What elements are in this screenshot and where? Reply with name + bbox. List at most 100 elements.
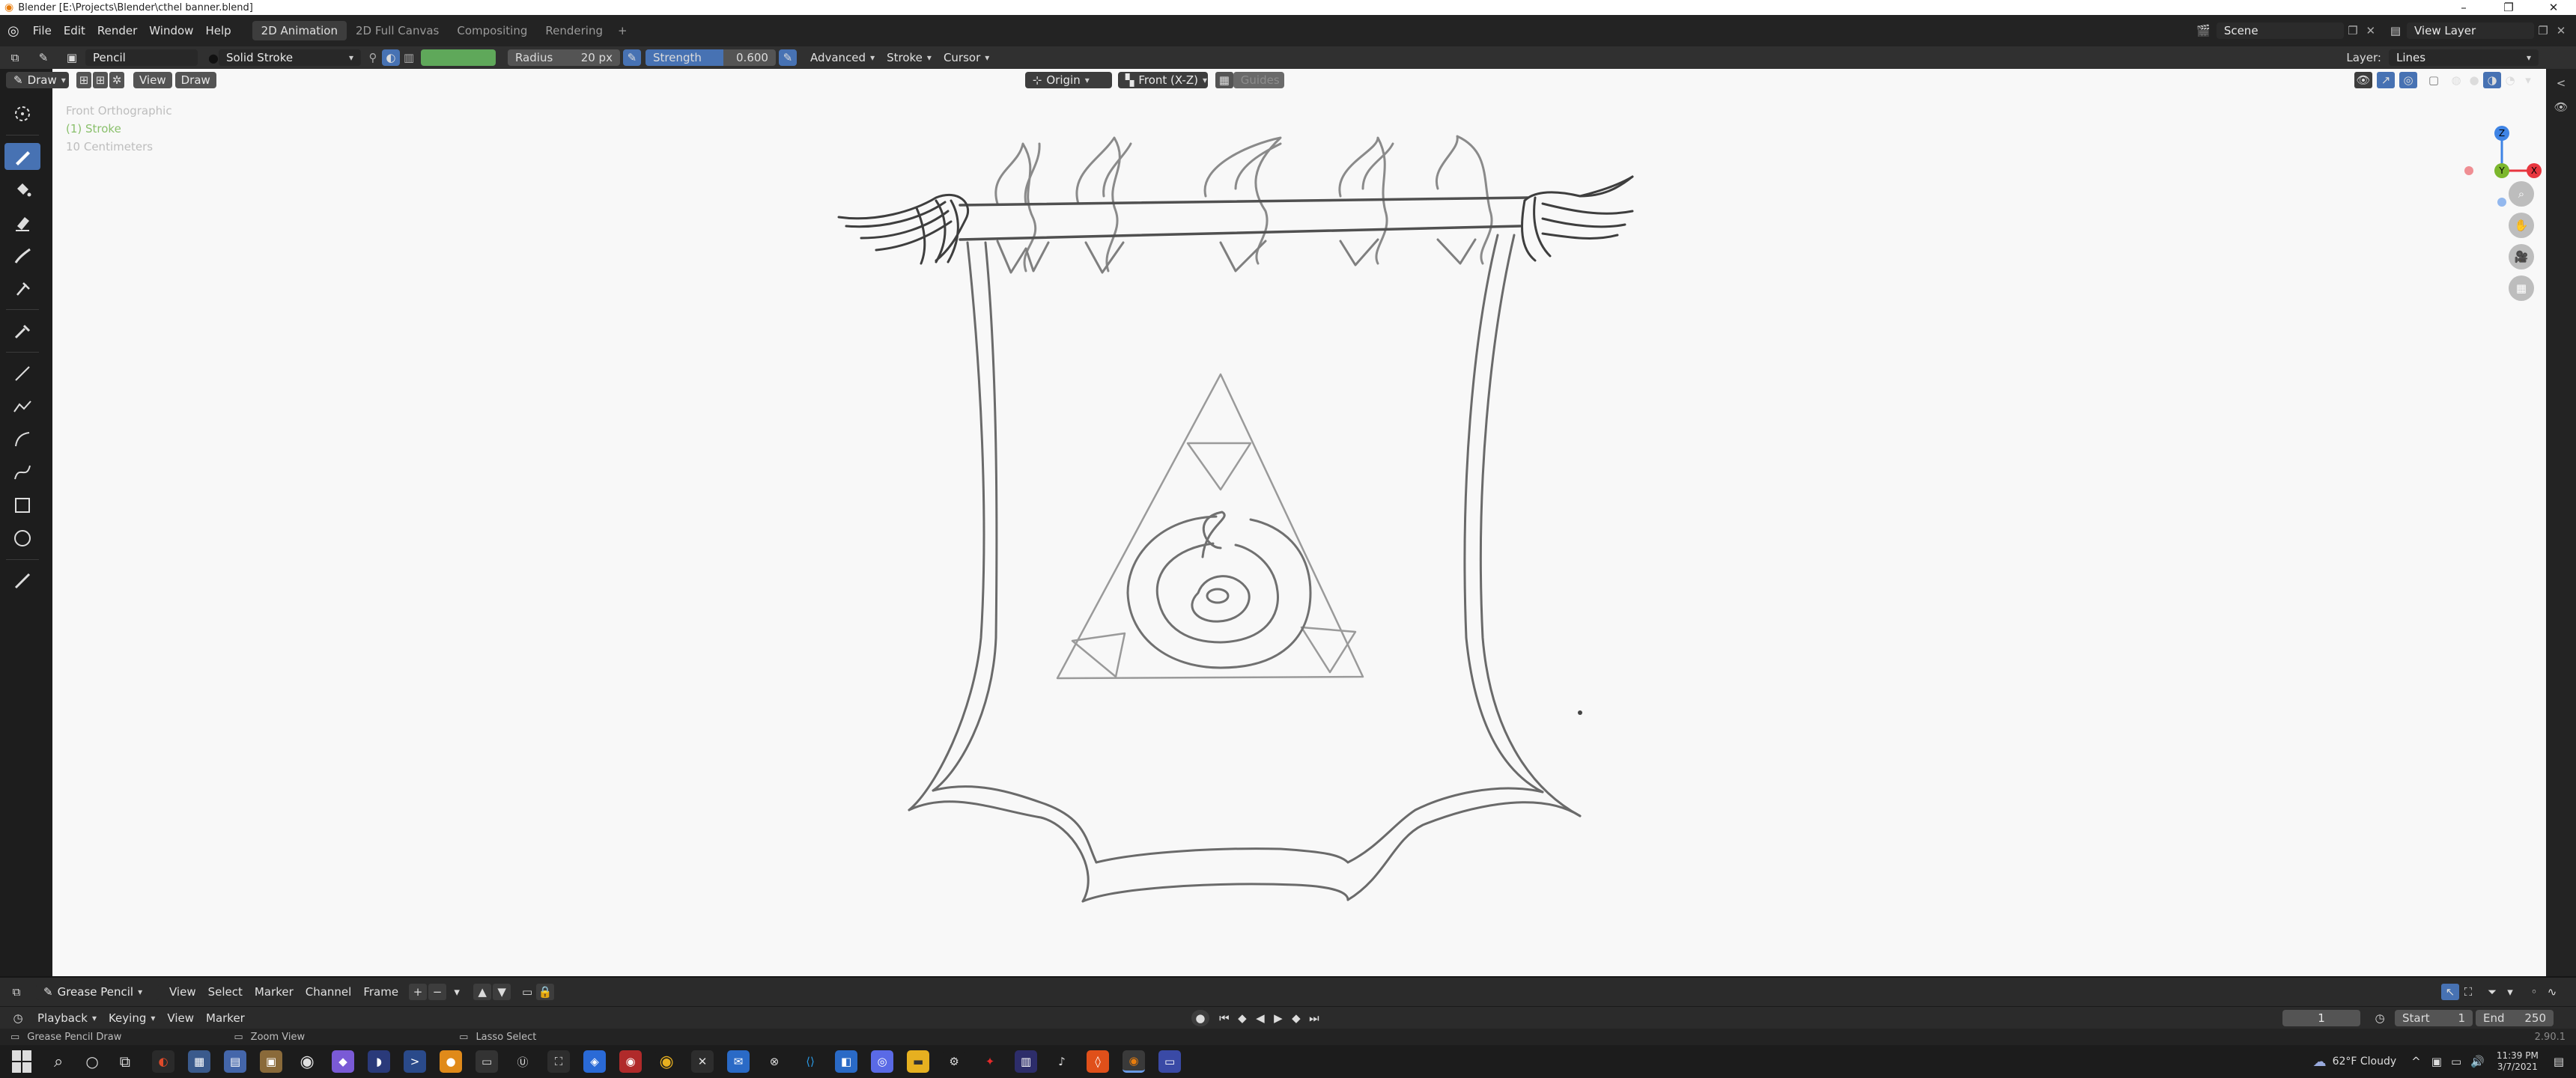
start-frame-field[interactable]: Start 1 xyxy=(2395,1009,2473,1026)
tab-2d-animation[interactable]: 2D Animation xyxy=(252,21,347,40)
curve-falloff-icon[interactable]: ∿ xyxy=(2543,984,2561,1000)
stroke-type-dropdown[interactable]: Solid Stroke xyxy=(218,49,361,66)
app-icon-29[interactable]: ▭ xyxy=(1158,1050,1182,1073)
material-color-swatch[interactable] xyxy=(420,49,496,66)
annotate-tool-button[interactable] xyxy=(4,567,40,594)
arc-tool-button[interactable] xyxy=(4,426,40,453)
sidebar-toggle-icon[interactable]: < xyxy=(2546,76,2576,90)
task-view-icon[interactable]: ⧉ xyxy=(120,1053,130,1071)
tray-chevron-icon[interactable]: ^ xyxy=(2411,1055,2421,1068)
advanced-dropdown[interactable]: Advanced xyxy=(804,49,881,66)
app-icon-24[interactable]: ✦ xyxy=(979,1050,1002,1073)
menu-help[interactable]: Help xyxy=(199,22,237,39)
brush-name-field[interactable]: Pencil xyxy=(85,49,198,66)
timeline-menu-frame[interactable]: Frame xyxy=(357,984,404,1000)
grease-pencil-mode-dropdown[interactable]: ✎ Grease Pencil xyxy=(36,984,159,1000)
timeline-menu-channel[interactable]: Channel xyxy=(300,984,358,1000)
menu-file[interactable]: File xyxy=(27,22,58,39)
current-frame-field[interactable]: 1 xyxy=(2282,1009,2360,1026)
add-layer-icon[interactable]: + xyxy=(409,984,428,1000)
app-icon-14[interactable]: ◉ xyxy=(619,1050,643,1073)
layer-dropdown[interactable]: Lines xyxy=(2389,49,2539,66)
terminal-icon[interactable]: ▭ xyxy=(476,1050,499,1073)
timeline-editor-icon[interactable]: ⧉ xyxy=(7,984,25,1000)
gizmo-z-axis[interactable]: Z xyxy=(2494,126,2509,141)
cursor-dropdown[interactable]: Cursor xyxy=(938,49,995,66)
delete-view-layer-icon[interactable]: ✕ xyxy=(2552,22,2570,39)
playback-view-menu[interactable]: View xyxy=(161,1010,200,1026)
app-icon-7[interactable]: ◗ xyxy=(368,1050,391,1073)
minimize-button[interactable]: – xyxy=(2441,1,2486,14)
stroke-dropdown[interactable]: Stroke xyxy=(881,49,938,66)
app-icon-20[interactable]: ◧ xyxy=(835,1050,858,1073)
weather-text[interactable]: 62°F Cloudy xyxy=(2333,1056,2397,1068)
close-window-button[interactable]: ✕ xyxy=(2531,1,2576,14)
add-workspace-button[interactable]: + xyxy=(612,22,634,39)
tray-app-icon[interactable]: ▣ xyxy=(2431,1055,2442,1068)
tint-tool-button[interactable] xyxy=(4,242,40,269)
onion-skin-icon[interactable]: ▭ xyxy=(518,984,536,1000)
weather-icon[interactable]: ☁ xyxy=(2313,1054,2327,1070)
blender-menu-icon[interactable]: ◎ xyxy=(7,23,19,39)
notes-icon[interactable]: ▤ xyxy=(224,1050,247,1073)
scene-selector[interactable]: Scene xyxy=(2216,22,2344,39)
cortana-icon[interactable]: ○ xyxy=(85,1053,98,1071)
blender-taskbar-icon[interactable]: ◉ xyxy=(1123,1050,1146,1073)
brush-preview-icon[interactable]: ▣ xyxy=(63,49,81,66)
timeline-menu-select[interactable]: Select xyxy=(202,984,249,1000)
discord-icon[interactable]: ◎ xyxy=(871,1050,894,1073)
app-icon-6[interactable]: ◆ xyxy=(332,1050,355,1073)
eyedropper-tool-button[interactable] xyxy=(4,317,40,344)
pan-view-button[interactable]: ✋ xyxy=(2509,213,2534,238)
chrome-icon[interactable]: ◉ xyxy=(296,1050,319,1073)
new-view-layer-icon[interactable]: ❐ xyxy=(2534,22,2552,39)
brave-icon[interactable]: ◊ xyxy=(1087,1050,1110,1073)
app-icon-12[interactable]: ⛶ xyxy=(547,1050,571,1073)
proportional-icon[interactable]: ◦ xyxy=(2525,984,2543,1000)
calculator-icon[interactable]: ▦ xyxy=(188,1050,211,1073)
playback-menu[interactable]: Playback xyxy=(31,1010,103,1026)
circle-tool-button[interactable] xyxy=(4,525,40,552)
zoom-view-button[interactable]: ⌕ xyxy=(2509,181,2534,207)
viewport[interactable]: ✎ Draw ⊞ ⊞ ✲ View Draw ⊹ Origin ▚ Front … xyxy=(6,69,2546,976)
view-layer-selector[interactable]: View Layer xyxy=(2407,22,2534,39)
search-icon[interactable]: ⌕ xyxy=(54,1053,63,1071)
record-icon[interactable]: ● xyxy=(1191,1009,1209,1026)
jump-end-icon[interactable]: ⏭ xyxy=(1305,1010,1323,1026)
prev-keyframe-icon[interactable]: ◆ xyxy=(1233,1010,1251,1026)
tab-compositing[interactable]: Compositing xyxy=(448,22,536,39)
app-icon-25[interactable]: ▥ xyxy=(1015,1050,1038,1073)
camera-view-button[interactable]: 🎥 xyxy=(2509,244,2534,270)
polyline-tool-button[interactable] xyxy=(4,393,40,420)
powershell-icon[interactable]: > xyxy=(404,1050,427,1073)
file-explorer-icon[interactable]: ▬ xyxy=(907,1050,930,1073)
pin-icon[interactable]: ⚲ xyxy=(364,49,382,66)
visibility-strip-icon[interactable]: 👁 xyxy=(2546,100,2576,114)
layer-options-icon[interactable]: ▾ xyxy=(448,984,466,1000)
playback-marker-menu[interactable]: Marker xyxy=(200,1010,251,1026)
menu-render[interactable]: Render xyxy=(91,22,143,39)
end-frame-field[interactable]: End 250 xyxy=(2476,1009,2554,1026)
strength-pressure-icon[interactable]: ✎ xyxy=(778,49,797,66)
erase-tool-button[interactable] xyxy=(4,209,40,236)
editor-type-icon[interactable]: ⧉ xyxy=(6,49,24,66)
tab-rendering[interactable]: Rendering xyxy=(536,22,612,39)
windows-start-icon[interactable] xyxy=(12,1050,34,1073)
playback-editor-icon[interactable]: ◷ xyxy=(9,1010,27,1026)
new-scene-icon[interactable]: ❐ xyxy=(2344,22,2362,39)
clock[interactable]: 11:39 PM 3/7/2021 xyxy=(2497,1050,2539,1073)
curve-tool-button[interactable] xyxy=(4,459,40,486)
play-icon[interactable]: ▶ xyxy=(1269,1010,1287,1026)
filter-options-icon[interactable]: ▾ xyxy=(2501,984,2519,1000)
menu-window[interactable]: Window xyxy=(143,22,199,39)
app-icon-1[interactable]: ◐ xyxy=(152,1050,175,1073)
show-errors-icon[interactable]: ⛶ xyxy=(2459,984,2477,1000)
ortho-toggle-button[interactable]: ▦ xyxy=(2509,275,2534,301)
jump-start-icon[interactable]: ⏮ xyxy=(1215,1010,1233,1026)
radius-slider[interactable]: Radius 20 px xyxy=(507,49,620,66)
steam-icon[interactable]: ⚙ xyxy=(943,1050,966,1073)
fill-tool-button[interactable] xyxy=(4,176,40,203)
next-keyframe-icon[interactable]: ◆ xyxy=(1287,1010,1305,1026)
volume-icon[interactable]: 🔊 xyxy=(2470,1055,2485,1068)
preview-range-icon[interactable]: ◷ xyxy=(2371,1010,2389,1026)
